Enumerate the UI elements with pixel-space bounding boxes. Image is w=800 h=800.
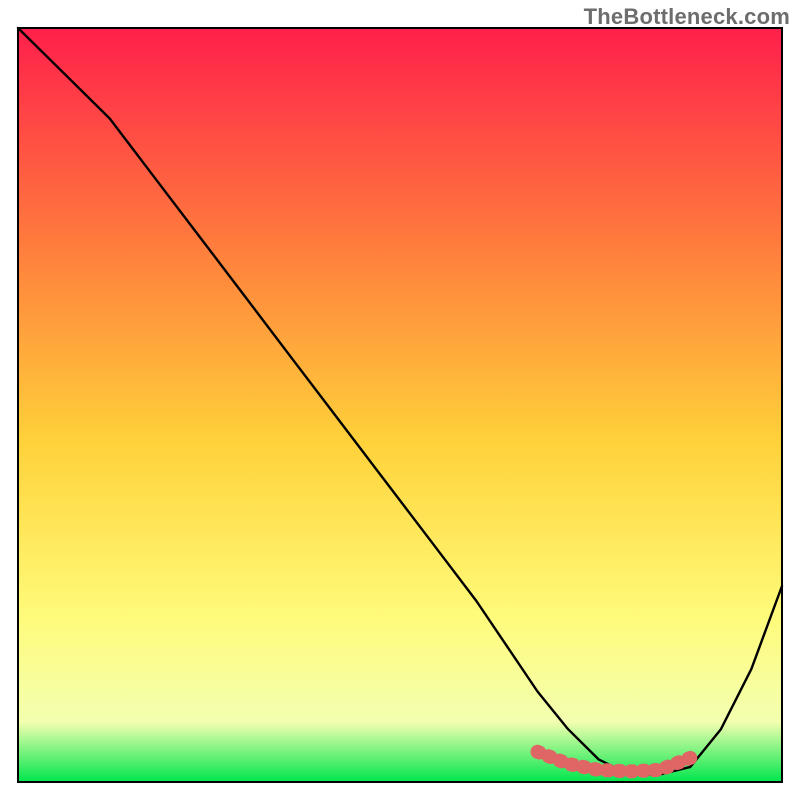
chart-svg	[0, 0, 800, 800]
plot-gradient-background	[18, 28, 782, 782]
bottleneck-chart: TheBottleneck.com	[0, 0, 800, 800]
watermark-text: TheBottleneck.com	[584, 4, 790, 30]
